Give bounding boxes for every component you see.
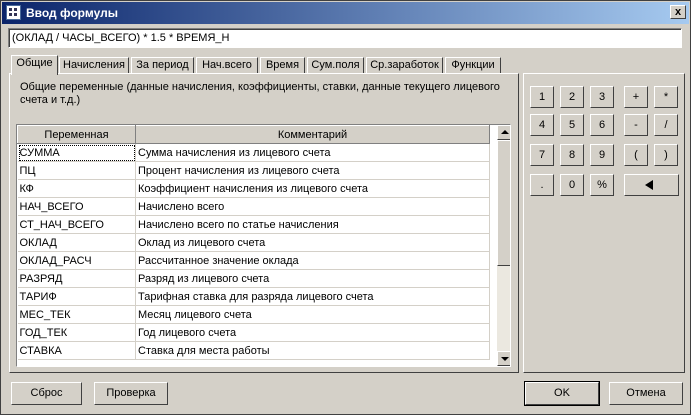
key-6[interactable]: 6 — [590, 114, 614, 136]
tab-panel: Общие переменные (данные начисления, коэ… — [9, 73, 519, 373]
arrow-down-icon — [501, 357, 509, 361]
table-row[interactable]: СТ_НАЧ_ВСЕГО Начислено всего по статье на… — [17, 215, 490, 234]
cancel-button[interactable]: Отмена — [609, 382, 683, 405]
formula-dialog: Ввод формулы x (ОКЛАД / ЧАСЫ_ВСЕГО) * 1.… — [0, 0, 691, 415]
cell-comment: Коэффициент начисления из лицевого счета — [135, 179, 490, 198]
cell-variable[interactable]: ОКЛАД_РАСЧ — [17, 251, 136, 270]
variables-grid[interactable]: Переменная Комментарий СУММА Сумма начисл… — [16, 124, 511, 367]
cell-comment: Оклад из лицевого счета — [135, 233, 490, 252]
tab-general[interactable]: Общие — [11, 55, 58, 75]
formula-input[interactable]: (ОКЛАД / ЧАСЫ_ВСЕГО) * 1.5 * ВРЕМЯ_Н — [8, 28, 682, 48]
table-row[interactable]: СТАВКА Ставка для места работы — [17, 341, 490, 360]
calculator-icon — [6, 5, 21, 20]
tab-functions[interactable]: Функции — [445, 57, 501, 74]
panel-description: Общие переменные (данные начисления, коэ… — [20, 81, 500, 106]
table-row[interactable]: МЕС_ТЕК Месяц лицевого счета — [17, 305, 490, 324]
cell-variable[interactable]: ГОД_ТЕК — [17, 323, 136, 342]
tab-total[interactable]: Нач.всего — [196, 57, 258, 74]
cell-variable[interactable]: ПЦ — [17, 161, 136, 180]
key-9[interactable]: 9 — [590, 144, 614, 166]
table-row[interactable]: СУММА Сумма начисления из лицевого счета — [17, 143, 490, 162]
cell-comment: Начислено всего — [135, 197, 490, 216]
cell-variable[interactable]: НАЧ_ВСЕГО — [17, 197, 136, 216]
cell-variable[interactable]: СТ_НАЧ_ВСЕГО — [17, 215, 136, 234]
key-open-paren[interactable]: ( — [624, 144, 648, 166]
close-button[interactable]: x — [670, 5, 686, 19]
cell-comment: Сумма начисления из лицевого счета — [135, 143, 490, 162]
tab-time[interactable]: Время — [260, 57, 305, 74]
cell-comment: Год лицевого счета — [135, 323, 490, 342]
vertical-scrollbar[interactable] — [497, 125, 510, 366]
table-row[interactable]: РАЗРЯД Разряд из лицевого счета — [17, 269, 490, 288]
cell-variable[interactable]: РАЗРЯД — [17, 269, 136, 288]
key-3[interactable]: 3 — [590, 86, 614, 108]
tab-avg-earnings[interactable]: Ср.заработок — [366, 57, 443, 74]
key-dot[interactable]: . — [530, 174, 554, 196]
key-minus[interactable]: - — [624, 114, 648, 136]
cell-comment: Тарифная ставка для разряда лицевого сче… — [135, 287, 490, 306]
table-row[interactable]: ОКЛАД Оклад из лицевого счета — [17, 233, 490, 252]
table-row[interactable]: ПЦ Процент начисления из лицевого счета — [17, 161, 490, 180]
key-plus[interactable]: + — [624, 86, 648, 108]
key-4[interactable]: 4 — [530, 114, 554, 136]
table-row[interactable]: НАЧ_ВСЕГО Начислено всего — [17, 197, 490, 216]
cell-comment: Месяц лицевого счета — [135, 305, 490, 324]
tab-sum-fields[interactable]: Сум.поля — [307, 57, 364, 74]
key-2[interactable]: 2 — [560, 86, 584, 108]
key-0[interactable]: 0 — [560, 174, 584, 196]
window-title: Ввод формулы — [26, 6, 118, 20]
title-bar: Ввод формулы x — [2, 2, 689, 24]
arrow-up-icon — [501, 130, 509, 134]
cell-variable[interactable]: СУММА — [17, 143, 136, 162]
scroll-up-button[interactable] — [497, 125, 510, 140]
check-button[interactable]: Проверка — [94, 382, 168, 405]
cell-variable[interactable]: ТАРИФ — [17, 287, 136, 306]
key-percent[interactable]: % — [590, 174, 614, 196]
cell-variable[interactable]: ОКЛАД — [17, 233, 136, 252]
key-multiply[interactable]: * — [654, 86, 678, 108]
backspace-button[interactable] — [624, 174, 679, 196]
scroll-thumb[interactable] — [497, 140, 510, 266]
cell-comment: Рассчитанное значение оклада — [135, 251, 490, 270]
key-close-paren[interactable]: ) — [654, 144, 678, 166]
key-divide[interactable]: / — [654, 114, 678, 136]
key-7[interactable]: 7 — [530, 144, 554, 166]
ok-button[interactable]: OK — [524, 381, 600, 406]
table-row[interactable]: ТАРИФ Тарифная ставка для разряда лицевог… — [17, 287, 490, 306]
cell-comment: Начислено всего по статье начисления — [135, 215, 490, 234]
cell-comment: Разряд из лицевого счета — [135, 269, 490, 288]
column-header-comment[interactable]: Комментарий — [135, 125, 490, 144]
cell-variable[interactable]: МЕС_ТЕК — [17, 305, 136, 324]
cell-variable[interactable]: СТАВКА — [17, 341, 136, 360]
cell-comment: Ставка для места работы — [135, 341, 490, 360]
table-row[interactable]: ОКЛАД_РАСЧ Рассчитанное значение оклада — [17, 251, 490, 270]
key-5[interactable]: 5 — [560, 114, 584, 136]
cell-comment: Процент начисления из лицевого счета — [135, 161, 490, 180]
calculator-keypad: 1 2 3 + * 4 5 6 - / 7 8 9 ( ) . 0 % — [523, 73, 685, 373]
table-row[interactable]: КФ Коэффициент начисления из лицевого сче… — [17, 179, 490, 198]
tab-accruals[interactable]: Начисления — [59, 57, 129, 74]
tab-period[interactable]: За период — [131, 57, 194, 74]
key-8[interactable]: 8 — [560, 144, 584, 166]
cell-variable[interactable]: КФ — [17, 179, 136, 198]
reset-button[interactable]: Сброс — [11, 382, 82, 405]
table-row[interactable]: ГОД_ТЕК Год лицевого счета — [17, 323, 490, 342]
back-arrow-icon — [645, 180, 653, 190]
key-1[interactable]: 1 — [530, 86, 554, 108]
scroll-down-button[interactable] — [497, 351, 510, 366]
column-header-variable[interactable]: Переменная — [17, 125, 136, 144]
